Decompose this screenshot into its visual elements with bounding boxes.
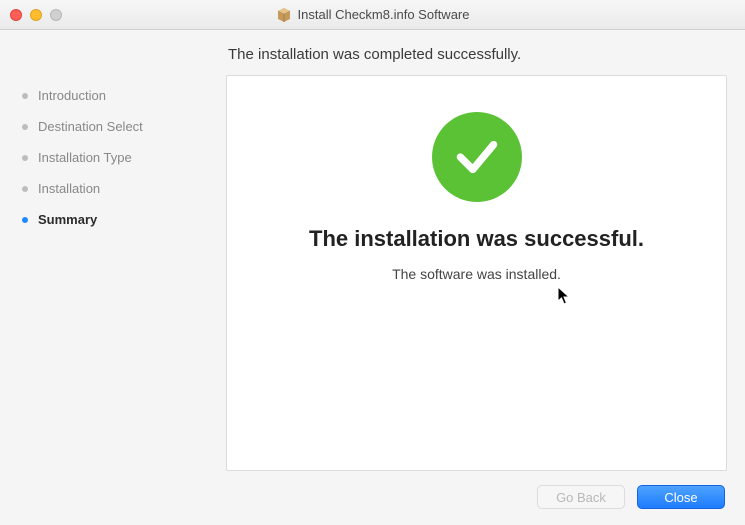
window-controls [10, 9, 62, 21]
window-body: Introduction Destination Select Installa… [0, 30, 745, 525]
success-checkmark-icon [432, 112, 522, 202]
bullet-icon [22, 124, 28, 130]
bullet-icon [22, 155, 28, 161]
summary-panel: The installation was successful. The sof… [226, 75, 727, 471]
sidebar-step-label: Summary [38, 212, 97, 227]
footer: Go Back Close [0, 471, 745, 525]
minimize-window-button[interactable] [30, 9, 42, 21]
window-title: Install Checkm8.info Software [298, 7, 470, 22]
package-icon [276, 7, 292, 23]
sidebar-step-summary: Summary [18, 204, 208, 235]
sidebar-step-installation-type: Installation Type [18, 142, 208, 173]
cursor-icon [557, 286, 573, 306]
bullet-icon [22, 186, 28, 192]
content-row: Introduction Destination Select Installa… [0, 30, 745, 471]
sidebar-step-installation: Installation [18, 173, 208, 204]
sidebar-step-label: Destination Select [38, 119, 143, 134]
bullet-icon [22, 217, 28, 223]
success-heading: The installation was successful. [309, 226, 644, 252]
zoom-window-button [50, 9, 62, 21]
success-subtext: The software was installed. [392, 266, 561, 282]
titlebar: Install Checkm8.info Software [0, 0, 745, 30]
close-window-button[interactable] [10, 9, 22, 21]
main-area: The installation was completed successfu… [226, 42, 727, 471]
sidebar-step-label: Installation [38, 181, 100, 196]
installer-window: Install Checkm8.info Software Introducti… [0, 0, 745, 525]
status-heading: The installation was completed successfu… [226, 42, 727, 75]
sidebar-step-label: Introduction [38, 88, 106, 103]
sidebar-step-introduction: Introduction [18, 80, 208, 111]
bullet-icon [22, 93, 28, 99]
go-back-button: Go Back [537, 485, 625, 509]
sidebar-step-destination-select: Destination Select [18, 111, 208, 142]
sidebar: Introduction Destination Select Installa… [18, 42, 208, 471]
sidebar-step-label: Installation Type [38, 150, 132, 165]
close-button[interactable]: Close [637, 485, 725, 509]
